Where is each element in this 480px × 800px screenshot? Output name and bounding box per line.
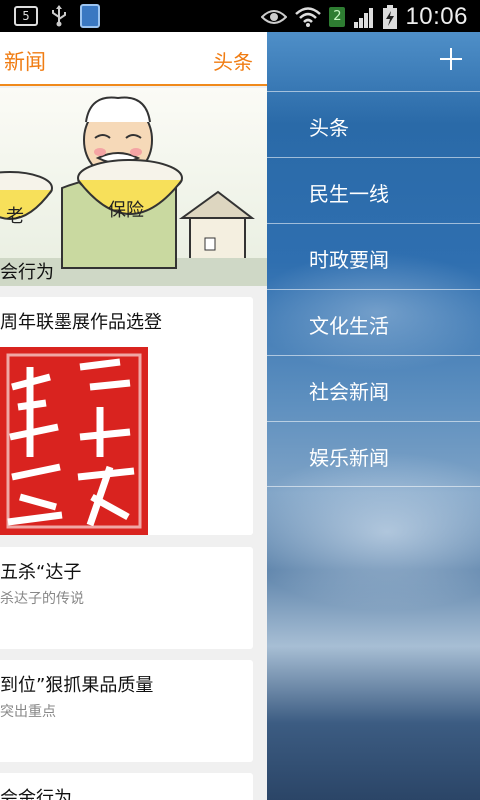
status-bar: 5 2 10:06: [0, 0, 480, 32]
eye-icon: [261, 10, 288, 24]
cartoon-illustration: 保险 老: [0, 96, 267, 286]
phone-app-icon: [80, 4, 100, 28]
add-category-button[interactable]: [436, 44, 466, 74]
seal-artwork-image: [0, 347, 253, 535]
hero-image[interactable]: 保险 老: [0, 88, 267, 286]
news-title: 会金行为: [0, 788, 72, 800]
sim-badge-icon: 2: [329, 7, 346, 27]
news-summary: 杀达子的传说: [0, 591, 84, 607]
category-item-culture[interactable]: 文化生活: [267, 289, 480, 355]
category-label: 时政要闻: [309, 248, 389, 272]
hero-caption: 会行为: [0, 262, 54, 283]
news-card[interactable]: 到位”狠抓果品质量 突出重点: [0, 660, 253, 762]
category-label: 娱乐新闻: [309, 446, 389, 470]
category-item-livelihood[interactable]: 民生一线: [267, 157, 480, 223]
category-item-headlines[interactable]: 头条: [267, 91, 480, 157]
news-card[interactable]: 会金行为: [0, 773, 253, 800]
news-title: 周年联墨展作品选登: [0, 312, 162, 333]
news-card[interactable]: 五杀“达子 杀达子的传说: [0, 547, 253, 649]
category-label: 文化生活: [309, 314, 389, 338]
category-drawer: 头条 民生一线 时政要闻 文化生活 社会新闻 娱乐新闻: [267, 32, 480, 800]
signal-icon: [354, 8, 374, 28]
category-list: 头条 民生一线 时政要闻 文化生活 社会新闻 娱乐新闻: [267, 91, 480, 487]
clock-time: 10:06: [405, 3, 468, 30]
news-title: 五杀“达子: [0, 562, 82, 583]
svg-text:保险: 保险: [108, 200, 144, 221]
notification-count-icon: 5: [14, 6, 38, 26]
category-label: 头条: [309, 116, 349, 140]
news-summary: 突出重点: [0, 704, 56, 720]
app-title: 新闻: [4, 50, 46, 74]
battery-charging-icon: [383, 5, 398, 29]
news-feed-panel: 新闻 头条 保险 老 会行为 周年联墨展作品选登 五杀“达子 杀达子的传说 到位…: [0, 32, 267, 800]
news-card[interactable]: 周年联墨展作品选登: [0, 297, 253, 535]
news-title: 到位”狠抓果品质量: [0, 675, 154, 696]
category-label: 民生一线: [309, 182, 389, 206]
category-item-entertainment[interactable]: 娱乐新闻: [267, 421, 480, 487]
svg-text:老: 老: [6, 206, 24, 227]
wifi-icon: [295, 7, 322, 27]
usb-icon: [52, 5, 66, 27]
category-label: 社会新闻: [309, 380, 389, 404]
top-app-bar: 新闻 头条: [0, 32, 267, 86]
category-item-society[interactable]: 社会新闻: [267, 355, 480, 421]
category-item-politics[interactable]: 时政要闻: [267, 223, 480, 289]
current-category-label[interactable]: 头条: [213, 46, 253, 75]
